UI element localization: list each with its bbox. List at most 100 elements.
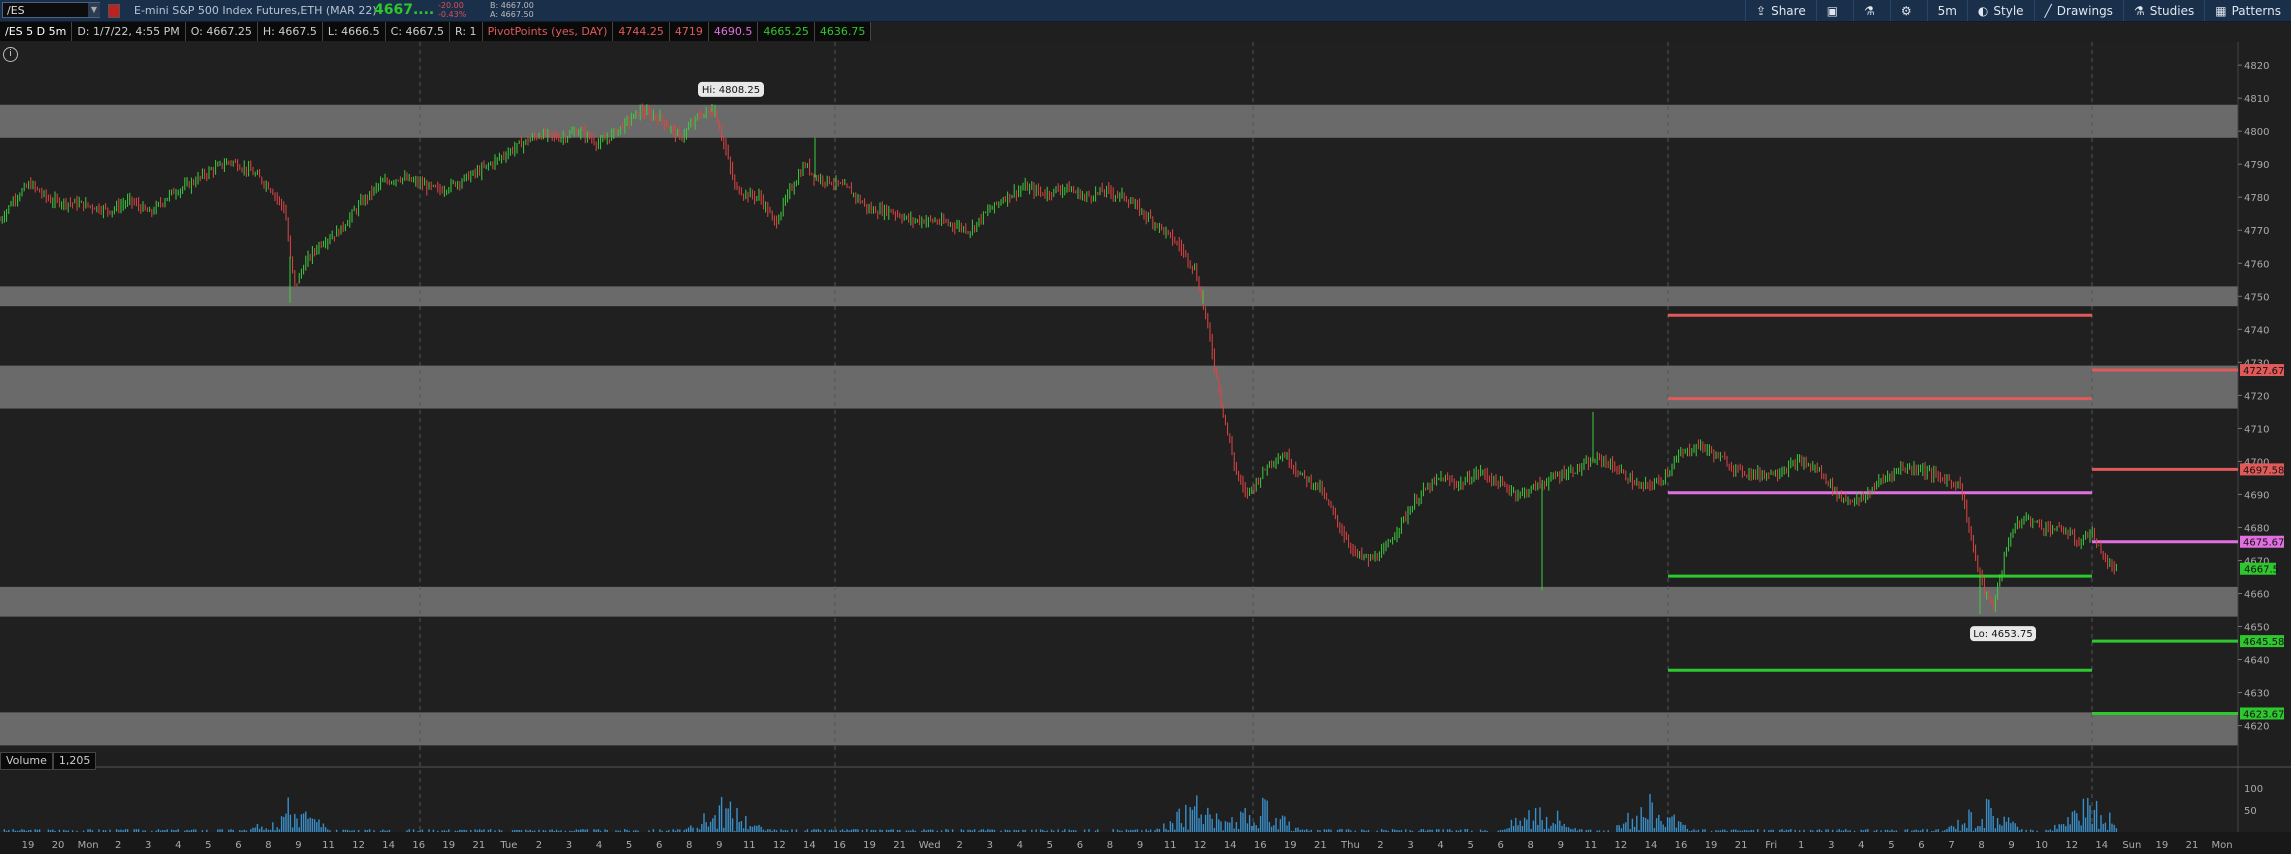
x-tick-label: 3 xyxy=(1407,840,1413,851)
y-tick-label: 4720 xyxy=(2244,391,2269,402)
x-tick-label: 2 xyxy=(536,840,542,851)
toolbar-button-label: 5m xyxy=(1937,3,1957,18)
patterns-icon: ▦ xyxy=(2215,3,2227,18)
x-tick-label: 2 xyxy=(115,840,121,851)
gear-icon: ⚙ xyxy=(1900,3,1912,18)
last-price: 4667.... xyxy=(374,2,435,18)
chart-title[interactable]: /ES 5 D 5m xyxy=(0,22,73,41)
x-tick-label: 19 xyxy=(442,840,455,851)
pivot-value-4: 4636.75 xyxy=(814,22,872,41)
x-tick-label: Thu xyxy=(1340,840,1360,851)
y-tick-label: 4740 xyxy=(2244,325,2269,336)
x-tick-label: Mon xyxy=(2211,840,2232,851)
x-tick-label: Tue xyxy=(499,840,517,851)
x-tick-label: 11 xyxy=(743,840,756,851)
x-tick-label: 8 xyxy=(1978,840,1984,851)
net-change: -20.00 xyxy=(438,1,464,10)
last-price-label: 4667.5 xyxy=(2244,565,2279,576)
toolbar-button-label: Studies xyxy=(2149,3,2195,18)
x-tick-label: 12 xyxy=(2065,840,2078,851)
y-tick-label: 4750 xyxy=(2244,292,2269,303)
toolbar-button-2[interactable]: ⚗ xyxy=(1853,0,1890,21)
price-chart[interactable]: 4620463046404650466046704680469047004710… xyxy=(0,42,2291,854)
toolbar-button-0[interactable]: ⇪ Share xyxy=(1745,0,1816,21)
x-tick-label: Mon xyxy=(78,840,99,851)
x-tick-label: 11 xyxy=(322,840,335,851)
sr-zone-2 xyxy=(0,365,2238,409)
flask-icon: ⚗ xyxy=(1864,3,1875,18)
drawings-icon: ╱ xyxy=(2044,3,2052,18)
x-tick-label: 21 xyxy=(893,840,906,851)
y-tick-label: 4780 xyxy=(2244,193,2269,204)
sr-zone-0 xyxy=(0,104,2238,138)
pivot-value-1: 4719 xyxy=(669,22,709,41)
toolbar-button-3[interactable]: ⚙ xyxy=(1889,0,1927,21)
x-tick-label: 12 xyxy=(352,840,365,851)
x-tick-label: 4 xyxy=(1437,840,1443,851)
bar-date: D: 1/7/22, 4:55 PM xyxy=(72,22,186,41)
x-tick-label: 5 xyxy=(626,840,632,851)
bid-price: B: 4667.00 xyxy=(490,1,534,10)
x-tick-label: 14 xyxy=(2095,840,2108,851)
link-color-icon[interactable] xyxy=(108,4,120,18)
toolbar-button-8[interactable]: ▦ Patterns xyxy=(2204,0,2291,21)
y-tick-label: 4650 xyxy=(2244,623,2269,634)
x-tick-label: 16 xyxy=(412,840,425,851)
x-tick-label: 21 xyxy=(1735,840,1748,851)
bar-close: C: 4667.5 xyxy=(385,22,451,41)
volume-label: Volume xyxy=(0,752,53,770)
x-tick-label: 8 xyxy=(265,840,271,851)
x-tick-label: Wed xyxy=(919,840,941,851)
toolbar-button-6[interactable]: ╱ Drawings xyxy=(2033,0,2123,21)
pivot-value-2: 4690.5 xyxy=(708,22,759,41)
x-tick-label: 19 xyxy=(22,840,35,851)
x-tick-label: 21 xyxy=(472,840,485,851)
x-tick-label: 4 xyxy=(596,840,602,851)
x-tick-label: 2 xyxy=(1377,840,1383,851)
x-tick-label: 2 xyxy=(957,840,963,851)
toolbar-button-4[interactable]: 5m xyxy=(1926,0,1967,21)
toolbar-button-5[interactable]: ◐ Style xyxy=(1966,0,2034,21)
volume-header: Volume 1,205 xyxy=(0,752,97,770)
bar-range: R: 1 xyxy=(450,22,483,41)
x-tick-label: 16 xyxy=(1675,840,1688,851)
x-tick-label: 9 xyxy=(716,840,722,851)
x-tick-label: 21 xyxy=(2186,840,2199,851)
x-tick-label: 6 xyxy=(235,840,241,851)
lo-callout: Lo: 4653.75 xyxy=(1973,629,2032,640)
bid-ask: B: 4667.00 A: 4667.50 xyxy=(490,1,534,19)
x-tick-label: 5 xyxy=(1888,840,1894,851)
toolbar-buttons: ⇪ Share ▣ ⚗ ⚙ 5m ◐ Style ╱ Drawings ⚗ Studies ▦ Patte… xyxy=(1745,0,2291,21)
x-tick-label: 7 xyxy=(1948,840,1954,851)
x-tick-label: 6 xyxy=(1918,840,1924,851)
y-tick-label: 4770 xyxy=(2244,226,2269,237)
x-tick-label: 3 xyxy=(1828,840,1834,851)
chevron-down-icon[interactable]: ▼ xyxy=(88,3,100,17)
symbol-input[interactable]: /ES xyxy=(2,2,100,18)
toolbar-button-7[interactable]: ⚗ Studies xyxy=(2122,0,2204,21)
x-tick-label: 12 xyxy=(773,840,786,851)
x-tick-label: 19 xyxy=(1705,840,1718,851)
x-tick-label: 14 xyxy=(382,840,395,851)
chart-info-bar: /ES 5 D 5m D: 1/7/22, 4:55 PM O: 4667.25… xyxy=(0,22,872,41)
y-tick-label: 4660 xyxy=(2244,589,2269,600)
y-tick-label: 4800 xyxy=(2244,127,2269,138)
x-tick-label: 5 xyxy=(1047,840,1053,851)
snapshot-icon: ▣ xyxy=(1826,3,1839,18)
x-tick-label: 9 xyxy=(1137,840,1143,851)
x-tick-label: 16 xyxy=(833,840,846,851)
x-tick-label: 6 xyxy=(656,840,662,851)
x-tick-label: 4 xyxy=(175,840,181,851)
x-tick-label: 9 xyxy=(2008,840,2014,851)
info-icon[interactable]: i xyxy=(3,47,18,62)
y-tick-label: 4710 xyxy=(2244,424,2269,435)
x-tick-label: 19 xyxy=(2156,840,2169,851)
study-label[interactable]: PivotPoints (yes, DAY) xyxy=(482,22,614,41)
toolbar-button-1[interactable]: ▣ xyxy=(1815,0,1853,21)
projection-label: 4727.67 xyxy=(2243,366,2284,377)
y-tick-label: 4820 xyxy=(2244,61,2269,72)
studies-icon: ⚗ xyxy=(2133,3,2145,18)
y-tick-label: 4760 xyxy=(2244,259,2269,270)
projection-label: 4675.67 xyxy=(2243,538,2284,549)
x-tick-label: 8 xyxy=(1107,840,1113,851)
